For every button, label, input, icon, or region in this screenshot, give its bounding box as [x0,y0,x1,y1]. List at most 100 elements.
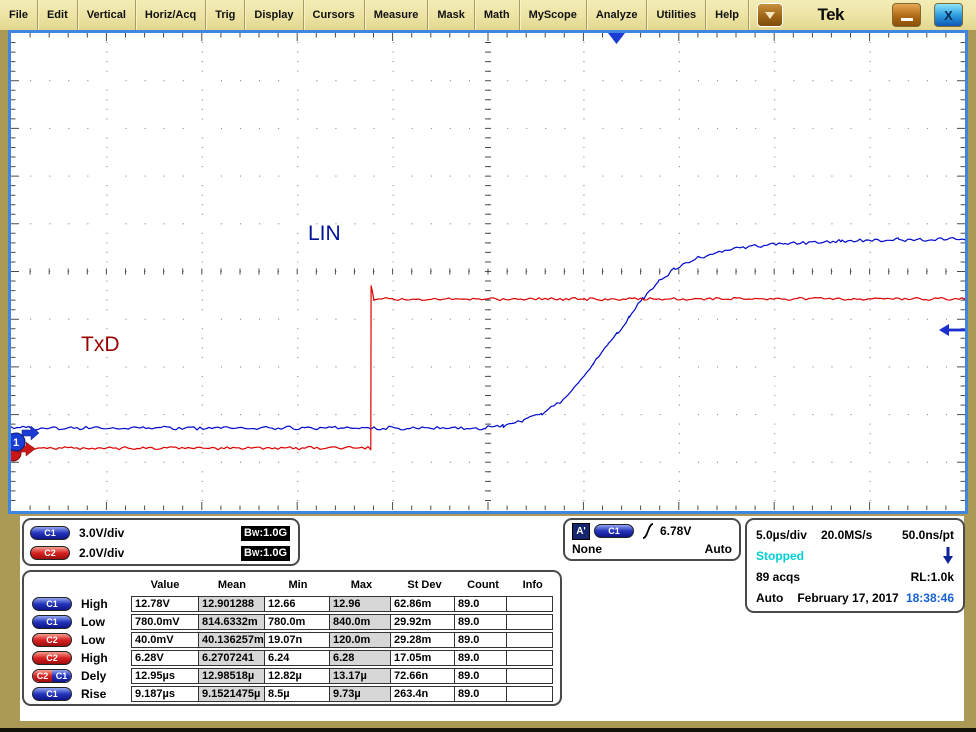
measurements-header-row: ValueMeanMinMaxSt DevCountInfo [28,574,556,595]
trigger-mode-b: None [572,542,602,556]
label-lin: LIN [308,222,341,245]
trigger-position-marker[interactable] [608,33,625,44]
menu-item-utilities[interactable]: Utilities [647,0,706,30]
label-txd: TxD [81,333,120,356]
measurement-cell: 12.98518µ [198,668,265,684]
measurement-row-c1-rise[interactable]: C1Rise9.187µs9.1521475µ8.5µ9.73µ263.4n89… [28,685,556,703]
measurement-cell: 89.0 [454,596,507,612]
menu-item-analyze[interactable]: Analyze [587,0,648,30]
menu-item-list: FileEditVerticalHoriz/AcqTrigDisplayCurs… [0,0,749,30]
measurements-panel[interactable]: ValueMeanMinMaxSt DevCountInfoC1High12.7… [22,570,562,706]
date-text: February 17, 2017 [797,591,898,605]
trigger-readout-panel[interactable]: A' C1 6.78V None Auto [563,518,741,561]
c1-badge: C1 [32,597,72,611]
bandwidth-badge: BW:1.0G [241,546,290,561]
menu-item-cursors[interactable]: Cursors [304,0,365,30]
measurement-cell: 29.28m [390,632,455,648]
measurement-row-c1-high[interactable]: C1High12.78V12.90128812.6612.9662.86m89.… [28,595,556,613]
timebase-row-3: 89 acqs RL:1.0k [756,566,954,587]
bottom-frame-strip [0,721,976,728]
measurement-name: Rise [81,687,106,701]
measurement-cell: 780.0m [264,614,330,630]
measurement-cell: 13.17µ [329,668,391,684]
measurement-row-label: C2High [28,651,132,665]
record-position-icon [942,546,954,565]
measurement-cell: 12.82µ [264,668,330,684]
trigger-level-value: 6.78V [660,524,691,538]
measurement-cell: 89.0 [454,686,507,702]
measurement-cell: 9.1521475µ [198,686,265,702]
menu-item-trig[interactable]: Trig [206,0,245,30]
sample-rate: 20.0MS/s [821,528,872,542]
tek-logo: Tek [817,5,844,25]
menu-item-measure[interactable]: Measure [365,0,429,30]
trigger-mode: Auto [705,542,732,556]
measurement-row-c2c1-dely[interactable]: C2C1Dely12.95µs12.98518µ12.82µ13.17µ72.6… [28,667,556,685]
measurement-cell: 9.73µ [329,686,391,702]
trigger-level-marker[interactable] [939,324,965,336]
menu-item-vertical[interactable]: Vertical [78,0,136,30]
measurement-cell [506,632,553,648]
measurement-cell: 12.78V [131,596,199,612]
measurement-name: Low [81,633,105,647]
waveform-display[interactable]: 1 LIN TxD [8,30,968,514]
measurement-cell: 12.95µs [131,668,199,684]
measurement-row-c2-high[interactable]: C2High6.28V6.27072416.246.2817.05m89.0 [28,649,556,667]
measurement-cell: 9.187µs [131,686,199,702]
c1-half-badge: C1 [52,670,71,682]
measurement-cell: 120.0m [329,632,391,648]
bandwidth-badge: BW:1.0G [241,526,290,541]
menu-item-help[interactable]: Help [706,0,749,30]
measurement-cell: 6.2707241 [198,650,265,666]
trigger-mode-auto: Auto [756,591,783,605]
channel-scale: 3.0V/div [79,526,124,540]
measurement-cell: 89.0 [454,614,507,630]
column-header-value: Value [131,579,198,591]
measurement-cell: 6.28V [131,650,199,666]
column-header-min: Min [265,579,331,591]
close-button[interactable]: X [934,3,963,27]
measurement-cell: 19.07n [264,632,330,648]
measurement-cell: 6.24 [264,650,330,666]
measurement-cell: 12.96 [329,596,391,612]
menu-item-file[interactable]: File [0,0,38,30]
menu-item-myscope[interactable]: MyScope [520,0,587,30]
menu-item-horizacq[interactable]: Horiz/Acq [136,0,206,30]
timebase-readout-panel[interactable]: 5.0µs/div 20.0MS/s 50.0ns/pt Stopped 89 … [745,518,965,613]
measurement-cell: 89.0 [454,650,507,666]
channel-row-c2[interactable]: C22.0V/divBW:1.0G [30,543,290,563]
channel-row-c1[interactable]: C13.0V/divBW:1.0G [30,523,290,543]
measurement-cell [506,668,553,684]
trigger-source-badge: C1 [594,524,634,538]
measurement-row-label: C1 Rise [28,687,132,701]
c2-badge: C2 [32,633,72,647]
menu-item-display[interactable]: Display [245,0,303,30]
menu-item-edit[interactable]: Edit [38,0,78,30]
ch1-marker-label: 1 [13,437,19,449]
c2-half-badge: C2 [33,670,52,682]
c1-badge: C1 [32,687,72,701]
measurement-cell: 8.5µ [264,686,330,702]
minimize-button[interactable] [892,3,921,27]
sample-resolution: 50.0ns/pt [902,528,954,542]
measurement-cell: 840.0m [329,614,391,630]
menu-item-math[interactable]: Math [475,0,520,30]
measurement-cell: 40.136257m [198,632,265,648]
trigger-row-1: A' C1 6.78V [572,522,732,540]
measurement-cell [506,650,553,666]
menu-overflow-button[interactable] [757,3,783,27]
measurement-cell: 89.0 [454,668,507,684]
measurement-row-label: C2C1Dely [28,669,132,683]
measurement-row-c2-low[interactable]: C2Low40.0mV40.136257m19.07n120.0m29.28m8… [28,631,556,649]
record-length: RL:1.0k [911,570,954,584]
measurement-cell: 780.0mV [131,614,199,630]
down-triangle-icon [765,12,775,19]
c2c1-badge: C2C1 [32,669,72,683]
c2-badge: C2 [32,651,72,665]
menu-item-mask[interactable]: Mask [428,0,475,30]
column-header-stdev: St Dev [392,579,457,591]
channel-readout-panel[interactable]: C13.0V/divBW:1.0GC22.0V/divBW:1.0G [22,518,300,566]
timebase-row-4: Auto February 17, 2017 18:38:46 [756,587,954,608]
column-header-info: Info [509,579,556,591]
measurement-row-c1-low[interactable]: C1Low780.0mV814.6332m780.0m840.0m29.92m8… [28,613,556,631]
